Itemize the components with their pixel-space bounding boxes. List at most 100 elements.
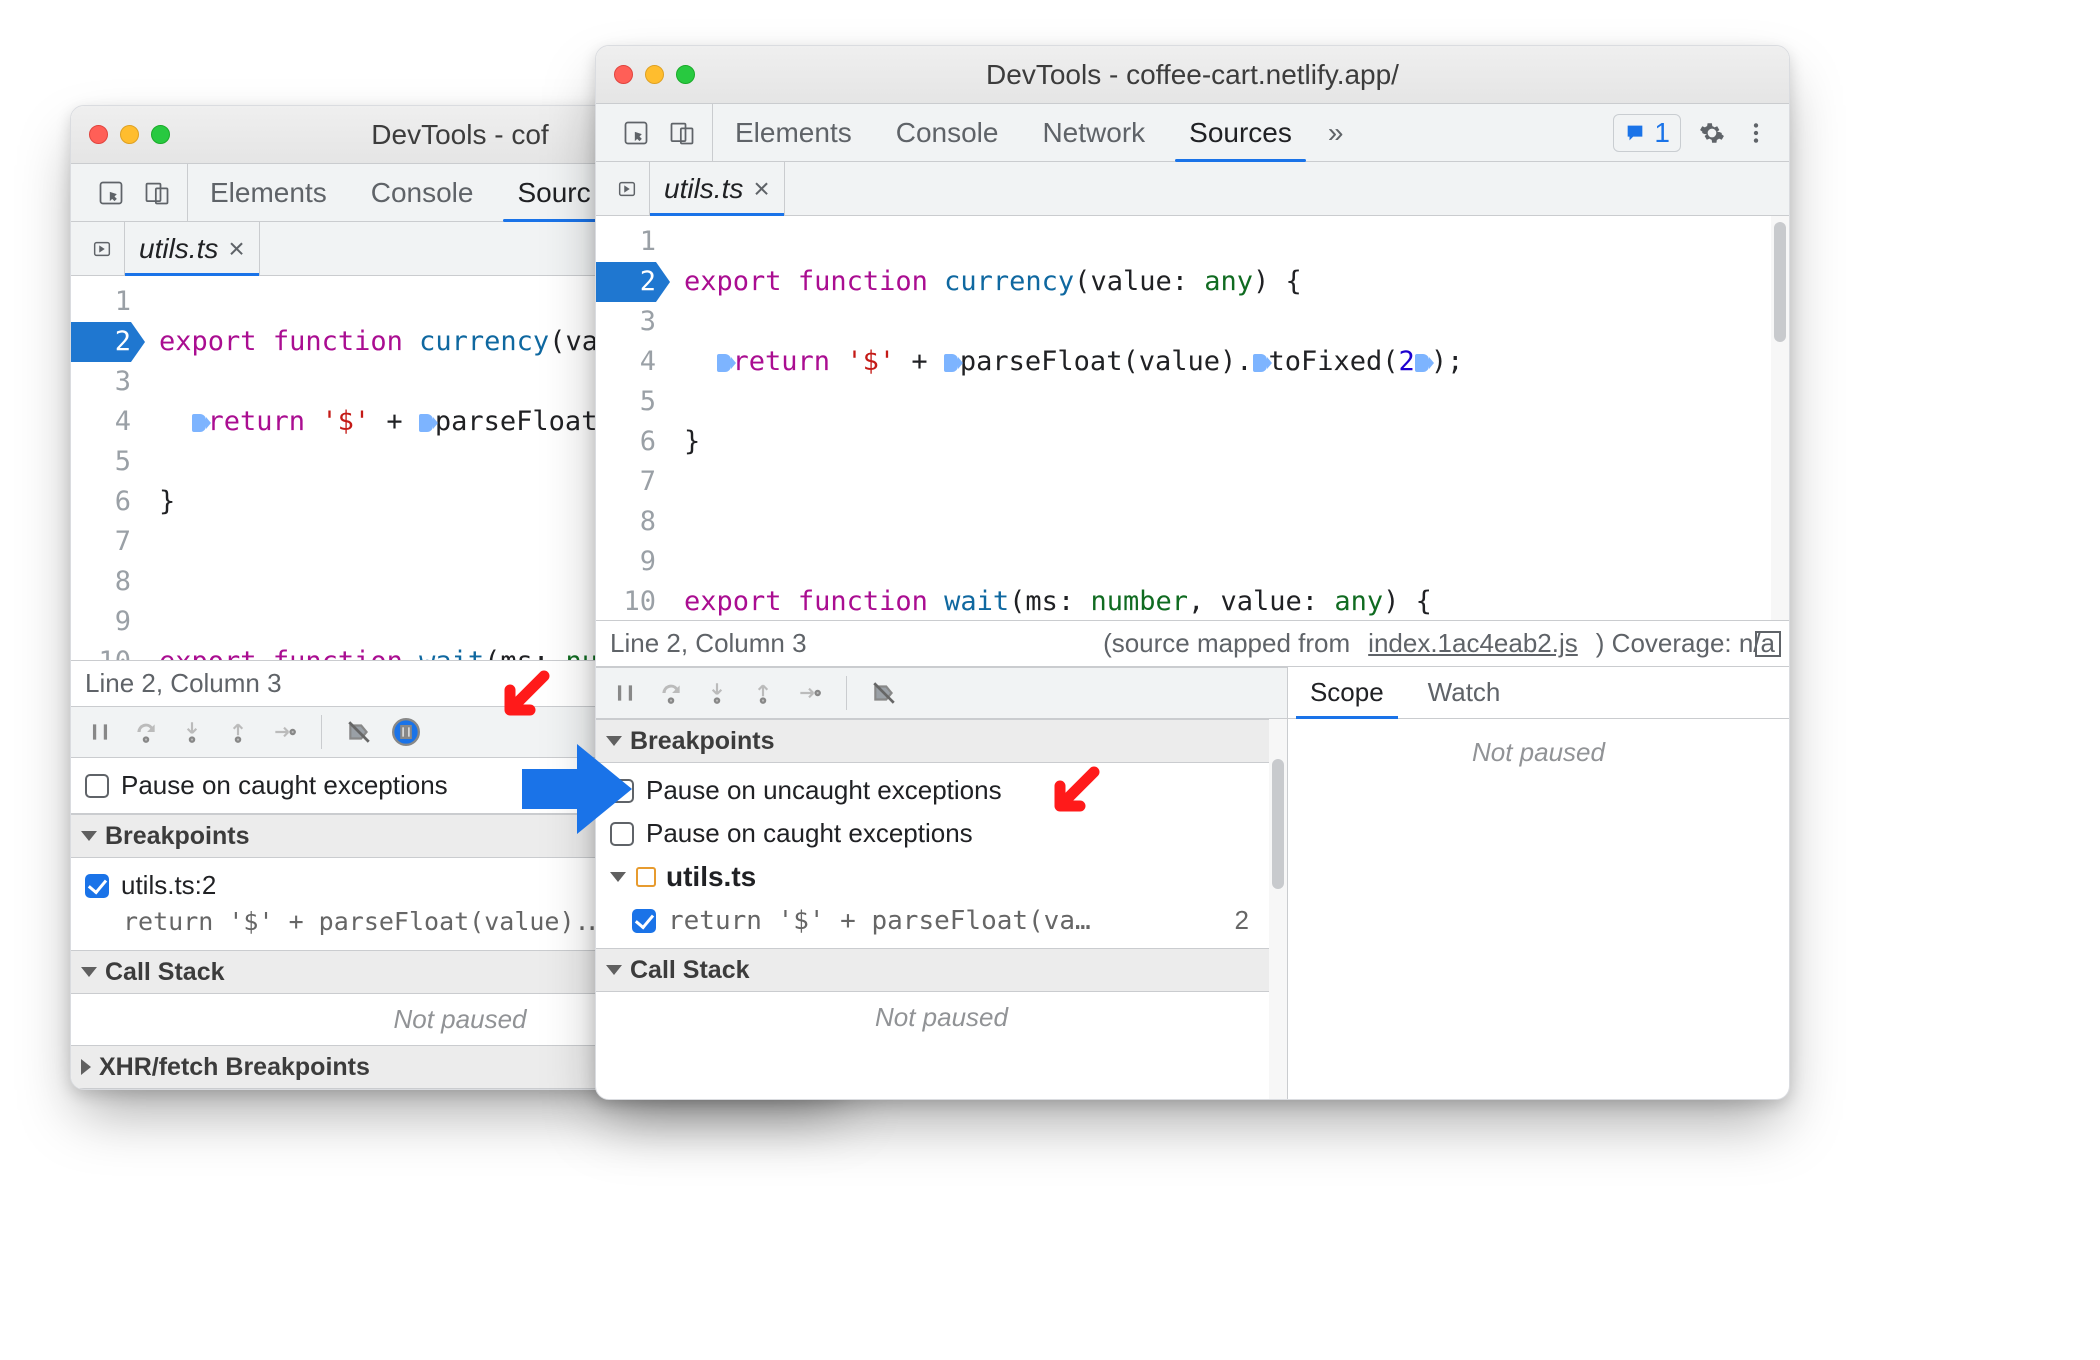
- checkbox-label: Pause on caught exceptions: [121, 770, 448, 801]
- file-icon: [636, 867, 656, 887]
- pause-caught-exceptions-checkbox[interactable]: Pause on caught exceptions: [596, 812, 1287, 855]
- file-tab-label: utils.ts: [139, 233, 218, 265]
- step-marker-icon: [419, 414, 433, 432]
- tab-watch[interactable]: Watch: [1406, 667, 1523, 718]
- chevron-down-icon: [610, 872, 626, 882]
- navigator-toggle-icon[interactable]: [604, 162, 650, 215]
- minimize-icon[interactable]: [120, 125, 139, 144]
- scrollbar[interactable]: [1269, 719, 1287, 1099]
- code-editor[interactable]: 1234 5678 910111213 export function curr…: [596, 216, 1789, 620]
- pause-uncaught-exceptions-checkbox[interactable]: Pause on uncaught exceptions: [596, 769, 1287, 812]
- source-map-file-link[interactable]: index.1ac4eab2.js: [1368, 628, 1578, 659]
- gear-icon[interactable]: [1699, 120, 1725, 146]
- pause-icon[interactable]: [87, 719, 113, 745]
- traffic-lights[interactable]: [89, 125, 170, 144]
- deactivate-breakpoints-icon[interactable]: [871, 680, 897, 706]
- device-icon[interactable]: [143, 179, 171, 207]
- chevron-down-icon: [606, 965, 622, 975]
- issues-badge[interactable]: 1: [1613, 114, 1681, 152]
- tab-scope[interactable]: Scope: [1288, 667, 1406, 718]
- kebab-icon[interactable]: [1743, 120, 1769, 146]
- breakpoint-line: 2: [1234, 905, 1272, 936]
- step-into-icon[interactable]: [704, 680, 730, 706]
- step-out-icon[interactable]: [750, 680, 776, 706]
- scope-empty: Not paused: [1288, 719, 1789, 778]
- titlebar[interactable]: DevTools - coffee-cart.netlify.app/: [596, 46, 1789, 104]
- checkbox-label: Pause on uncaught exceptions: [646, 775, 1002, 806]
- breakpoints-section-header[interactable]: Breakpoints: [596, 719, 1287, 763]
- zoom-icon[interactable]: [151, 125, 170, 144]
- checkbox-icon[interactable]: [632, 909, 656, 933]
- annotation-arrow-icon: [522, 744, 632, 834]
- step-icon[interactable]: [271, 719, 297, 745]
- close-icon[interactable]: ×: [753, 173, 769, 205]
- debugger-toolbar: [596, 667, 1287, 719]
- cursor-position: Line 2, Column 3: [610, 628, 807, 659]
- breakpoint-file-row[interactable]: utils.ts: [596, 855, 1287, 899]
- source-map-label: (source mapped from: [1103, 628, 1350, 659]
- breakpoint-snippet: return '$' + parseFloat(va…: [668, 906, 1091, 936]
- checkbox-icon[interactable]: [85, 874, 109, 898]
- issues-icon: [1624, 122, 1646, 144]
- navigator-toggle-icon[interactable]: [79, 222, 125, 275]
- step-icon[interactable]: [796, 680, 822, 706]
- chevron-right-icon: [81, 1059, 91, 1075]
- breakpoint-entry[interactable]: return '$' + parseFloat(va… 2: [596, 899, 1287, 942]
- zoom-icon[interactable]: [676, 65, 695, 84]
- pause-on-exceptions-icon[interactable]: [392, 718, 420, 746]
- breakpoint-file: utils.ts: [666, 861, 756, 893]
- checkbox-icon[interactable]: [85, 774, 109, 798]
- window-title: DevTools - coffee-cart.netlify.app/: [986, 59, 1399, 91]
- pause-icon[interactable]: [612, 680, 638, 706]
- debugger-pane: Breakpoints Pause on uncaught exceptions…: [596, 667, 1288, 1099]
- tab-elements[interactable]: Elements: [188, 164, 349, 221]
- step-marker-icon: [192, 414, 206, 432]
- devtools-window-right: DevTools - coffee-cart.netlify.app/ Elem…: [595, 45, 1790, 1100]
- more-tabs-button[interactable]: »: [1314, 104, 1358, 161]
- close-icon[interactable]: [89, 125, 108, 144]
- scope-watch-tabs: Scope Watch: [1288, 667, 1789, 719]
- step-marker-icon: [1415, 354, 1429, 372]
- console-drawer-toggle-icon[interactable]: [1755, 631, 1781, 657]
- checkbox-label: Pause on caught exceptions: [646, 818, 973, 849]
- device-icon[interactable]: [668, 119, 696, 147]
- chevron-down-icon: [81, 967, 97, 977]
- traffic-lights[interactable]: [614, 65, 695, 84]
- breakpoint-file: utils.ts:2: [121, 870, 216, 901]
- tab-console[interactable]: Console: [874, 104, 1021, 161]
- panel-tabstrip: Elements Console Network Sources » 1: [596, 104, 1789, 162]
- close-icon[interactable]: [614, 65, 633, 84]
- tab-sources[interactable]: Sources: [1167, 104, 1314, 161]
- step-into-icon[interactable]: [179, 719, 205, 745]
- callstack-section-header[interactable]: Call Stack: [596, 948, 1287, 992]
- inspect-icon[interactable]: [622, 119, 650, 147]
- chevron-down-icon: [81, 831, 97, 841]
- step-over-icon[interactable]: [133, 719, 159, 745]
- step-over-icon[interactable]: [658, 680, 684, 706]
- scrollbar[interactable]: [1771, 216, 1789, 620]
- callstack-empty: Not paused: [596, 992, 1287, 1043]
- tab-console[interactable]: Console: [349, 164, 496, 221]
- file-tab-utils[interactable]: utils.ts ×: [125, 222, 260, 275]
- coverage-label: ) Coverage: n/a: [1596, 628, 1775, 659]
- gutter[interactable]: 1234 5678 910111213: [596, 216, 668, 620]
- minimize-icon[interactable]: [645, 65, 664, 84]
- step-marker-icon: [944, 354, 958, 372]
- close-icon[interactable]: ×: [228, 233, 244, 265]
- step-out-icon[interactable]: [225, 719, 251, 745]
- deactivate-breakpoints-icon[interactable]: [346, 719, 372, 745]
- editor-statusbar: Line 2, Column 3 (source mapped from ind…: [596, 620, 1789, 666]
- code-area[interactable]: export function currency(value: any) { r…: [668, 216, 1789, 620]
- cursor-position: Line 2, Column 3: [85, 668, 282, 699]
- scope-watch-pane: Scope Watch Not paused: [1288, 667, 1789, 1099]
- window-title: DevTools - cof: [371, 119, 548, 151]
- tab-network[interactable]: Network: [1020, 104, 1167, 161]
- file-tab-utils[interactable]: utils.ts ×: [650, 162, 785, 215]
- inspect-icon[interactable]: [97, 179, 125, 207]
- annotation-red-arrow-icon: [1050, 766, 1104, 820]
- annotation-red-arrow-icon: [500, 670, 554, 724]
- tab-elements[interactable]: Elements: [713, 104, 874, 161]
- step-marker-icon: [1253, 354, 1267, 372]
- step-marker-icon: [717, 354, 731, 372]
- gutter[interactable]: 1234 5678 910111213: [71, 276, 143, 660]
